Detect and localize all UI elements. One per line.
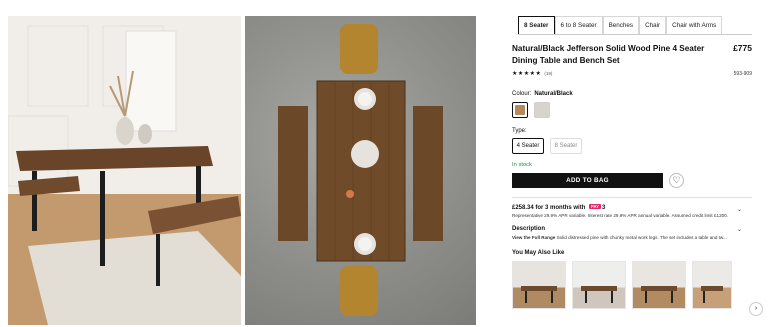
rec-leg <box>551 291 553 303</box>
swatch-alternate[interactable] <box>534 102 550 118</box>
variant-tabs: 8 Seater 6 to 8 Seater Benches Chair Cha… <box>518 16 752 35</box>
divider <box>512 197 752 198</box>
finance-section[interactable]: £258.34 for 3 months with PAY 3 Represent… <box>512 204 752 219</box>
overhead-illustration <box>278 24 443 316</box>
rating-stars: ★★★★★ <box>512 71 542 77</box>
finance-headline-text: £258.34 for 3 months with <box>512 205 586 211</box>
product-image-room[interactable] <box>8 16 241 325</box>
colour-swatches <box>512 102 752 118</box>
colour-selected: Natural/Black <box>534 91 573 97</box>
chevron-down-icon[interactable]: ⌄ <box>737 226 742 233</box>
finance-headline: £258.34 for 3 months with PAY 3 <box>512 204 752 211</box>
type-options: 4 Seater 8 Seater <box>512 138 752 154</box>
description-section[interactable]: Description ⌄ View the Full Range Solid … <box>512 226 752 240</box>
view-full-range-link[interactable]: View the Full Range <box>512 235 555 240</box>
stock-status: In stock <box>512 162 532 168</box>
rec-leg <box>525 291 527 303</box>
recommendation-card[interactable] <box>632 261 686 309</box>
finance-details: Representative 29.9% APR variable. Inter… <box>512 213 729 218</box>
type-label: Type: <box>512 128 527 134</box>
type-4-seater[interactable]: 4 Seater <box>512 138 544 154</box>
swatch-fill <box>515 105 525 115</box>
product-panel: 8 Seater 6 to 8 Seater Benches Chair Cha… <box>512 16 752 309</box>
chevron-right-icon[interactable]: › <box>749 302 763 316</box>
product-sku: 593-909 <box>733 70 752 77</box>
tab-8-seater[interactable]: 8 Seater <box>518 16 555 34</box>
pay-badge: PAY <box>589 204 601 209</box>
room-scene-illustration <box>8 16 241 325</box>
tab-chair[interactable]: Chair <box>639 16 667 34</box>
chevron-down-icon[interactable]: ⌄ <box>737 206 742 213</box>
rec-leg <box>671 291 673 303</box>
recommendation-card[interactable] <box>572 261 626 309</box>
pay-badge-number: 3 <box>601 205 606 211</box>
colour-label-text: Colour: <box>512 91 532 97</box>
tab-benches[interactable]: Benches <box>602 16 640 34</box>
description-body: Solid distressed pine with chunky metal … <box>555 235 727 240</box>
recommendation-card[interactable] <box>512 261 566 309</box>
colour-label: Colour: Natural/Black <box>512 91 752 97</box>
rec-leg <box>645 291 647 303</box>
add-to-bag-button[interactable]: ADD TO BAG <box>512 173 663 188</box>
tab-6-to-8-seater[interactable]: 6 to 8 Seater <box>554 16 603 34</box>
recommendation-card[interactable] <box>692 261 732 309</box>
rec-leg <box>611 291 613 303</box>
rec-leg <box>585 291 587 303</box>
description-heading: Description <box>512 226 546 232</box>
rec-leg <box>703 291 705 303</box>
recommendations-heading: You May Also Like <box>512 250 565 256</box>
review-count[interactable]: (19) <box>544 71 552 76</box>
description-text: View the Full Range Solid distressed pin… <box>512 235 734 240</box>
product-price: £775 <box>733 43 752 53</box>
heart-icon[interactable]: ♡ <box>669 173 684 188</box>
product-title: Natural/Black Jefferson Solid Wood Pine … <box>512 44 705 65</box>
type-8-seater[interactable]: 8 Seater <box>550 138 582 154</box>
recommendations-carousel <box>512 261 752 309</box>
product-page: 8 Seater 6 to 8 Seater Benches Chair Cha… <box>0 0 768 327</box>
rating[interactable]: ★★★★★ (19) <box>512 70 552 77</box>
tab-chair-with-arms[interactable]: Chair with Arms <box>666 16 723 34</box>
swatch-natural-black[interactable] <box>512 102 528 118</box>
product-image-overhead[interactable] <box>245 16 476 325</box>
